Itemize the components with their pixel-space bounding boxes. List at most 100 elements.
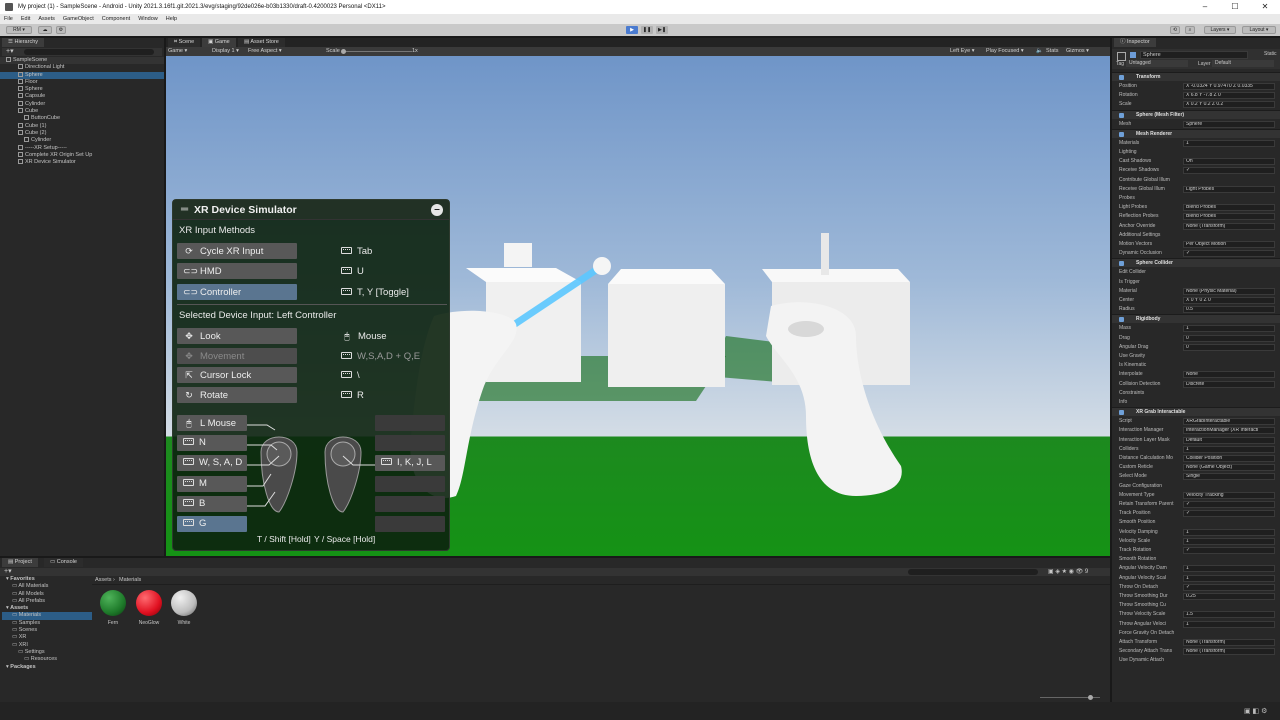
controller-key-n[interactable]: N — [177, 435, 247, 451]
property-value-field[interactable]: Collider Position — [1183, 455, 1275, 462]
tab-scene[interactable]: ⌗ Scene — [168, 38, 201, 47]
property-value-field[interactable]: X 6.8 Y -7.8 Z 0 — [1183, 92, 1275, 100]
right-controller-key-slot[interactable] — [375, 516, 445, 532]
cursor-lock-button[interactable]: ⇱ Cursor Lock — [177, 367, 297, 383]
look-button[interactable]: ✥ Look — [177, 328, 297, 344]
play-button[interactable]: ▶ — [626, 26, 638, 34]
project-folder-item[interactable]: ▭ Settings — [2, 649, 92, 656]
controller-key-m[interactable]: M — [177, 476, 247, 492]
movement-button[interactable]: ✥ Movement — [177, 348, 297, 364]
project-folder-item[interactable]: ▭ Samples — [2, 620, 92, 627]
mute-audio-icon[interactable]: 🔈 — [1036, 47, 1043, 56]
tag-dropdown[interactable]: Untagged — [1126, 60, 1188, 67]
property-value-field[interactable]: ✓ — [1183, 547, 1275, 554]
tab-console[interactable]: ▭ Console — [44, 558, 83, 567]
property-value-field[interactable]: 1 — [1183, 528, 1275, 536]
menu-component[interactable]: Component — [98, 14, 134, 24]
right-controller-key-slot[interactable] — [375, 496, 445, 512]
property-value-field[interactable]: None (Game Object) — [1183, 464, 1275, 472]
right-controller-key-slot[interactable] — [375, 435, 445, 451]
collapse-icon[interactable]: – — [431, 204, 443, 216]
hierarchy-item[interactable]: Cube (1) — [0, 122, 164, 130]
tab-asset-store[interactable]: ▤ Asset Store — [238, 38, 285, 47]
cloud-icon[interactable]: ☁ — [38, 26, 52, 34]
filter-icons[interactable]: ▣ ◈ ★ ◉ 👁 9 — [1048, 568, 1088, 575]
property-value-field[interactable]: ✓ — [1183, 510, 1275, 518]
property-value-field[interactable]: 0 — [1183, 343, 1275, 351]
property-value-field[interactable]: 1 — [1183, 325, 1275, 333]
account-dropdown[interactable]: RM ▾ — [6, 26, 32, 34]
settings-icon[interactable]: ⚙ — [56, 26, 66, 34]
controller-key-wsad[interactable]: W, S, A, D — [177, 455, 247, 471]
layers-dropdown[interactable]: Layers ▾ — [1204, 26, 1236, 34]
project-folder-item[interactable]: ▭ Materials — [2, 612, 92, 620]
project-folder-item[interactable]: ▾ Favorites — [2, 576, 92, 583]
property-value-field[interactable]: 0 — [1183, 334, 1275, 342]
hierarchy-item[interactable]: Directional Light — [0, 64, 164, 71]
property-value-field[interactable]: 1 — [1183, 445, 1275, 453]
property-value-field[interactable]: None — [1183, 371, 1275, 379]
active-checkbox[interactable] — [1130, 52, 1136, 58]
property-value-field[interactable]: Per Object Motion — [1183, 241, 1275, 248]
property-value-field[interactable]: X 0.2 Y 0.2 Z 0.2 — [1183, 101, 1275, 109]
close-button[interactable]: ✕ — [1250, 0, 1280, 14]
static-checkbox[interactable]: Static — [1264, 51, 1277, 57]
hierarchy-item[interactable]: ButtonCube — [0, 115, 164, 122]
project-folder-item[interactable]: ▭ All Prefabs — [2, 598, 92, 605]
property-value-field[interactable]: 1.5 — [1183, 611, 1275, 619]
component-header[interactable]: Mesh Renderer — [1112, 128, 1280, 138]
scale-slider-thumb[interactable] — [341, 49, 346, 54]
layer-dropdown[interactable]: Default — [1212, 60, 1274, 67]
property-value-field[interactable]: None (Transform) — [1183, 222, 1275, 230]
aspect-dropdown[interactable]: Free Aspect ▾ — [248, 47, 282, 56]
breadcrumb-materials[interactable]: Materials — [119, 576, 141, 585]
menu-assets[interactable]: Assets — [34, 14, 59, 24]
property-value-field[interactable]: On — [1183, 158, 1275, 166]
rotate-button[interactable]: ↻ Rotate — [177, 387, 297, 403]
project-folder-item[interactable]: ▾ Assets — [2, 605, 92, 612]
controller-button[interactable]: ⊂⊃ Controller — [177, 284, 297, 300]
hierarchy-item[interactable]: Sphere — [0, 86, 164, 93]
property-value-field[interactable]: Default — [1183, 436, 1275, 444]
object-name-input[interactable]: Sphere — [1140, 51, 1248, 59]
property-value-field[interactable]: X 0 Y 0 Z 0 — [1183, 297, 1275, 304]
hierarchy-item[interactable]: Floor — [0, 78, 164, 86]
property-value-field[interactable]: 1 — [1183, 537, 1275, 545]
property-value-field[interactable]: 1 — [1183, 620, 1275, 628]
menu-window[interactable]: Window — [134, 14, 162, 24]
property-value-field[interactable]: InteractionManager (XR Interacti — [1183, 427, 1275, 435]
project-folder-item[interactable]: ▭ All Materials — [2, 583, 92, 590]
menu-edit[interactable]: Edit — [17, 14, 34, 24]
property-value-field[interactable]: X -0.0324 Y 0.97470 Z 0.0335 — [1183, 83, 1275, 90]
property-value-field[interactable]: ✓ — [1183, 167, 1275, 175]
hierarchy-item[interactable]: SampleScene — [0, 57, 164, 65]
game-mode-dropdown[interactable]: Game ▾ — [168, 47, 187, 56]
hierarchy-item[interactable]: -----XR Setup----- — [0, 144, 164, 152]
scale-slider-track[interactable] — [342, 51, 412, 52]
hmd-button[interactable]: ⊂⊃ HMD — [177, 263, 297, 279]
project-folder-item[interactable]: ▾ Packages — [2, 664, 92, 671]
stats-button[interactable]: Stats — [1046, 47, 1059, 56]
hierarchy-search-input[interactable] — [24, 49, 154, 55]
property-value-field[interactable]: ✓ — [1183, 583, 1275, 591]
right-controller-key-ijkl[interactable]: I, K, J, L — [375, 455, 445, 471]
eye-dropdown[interactable]: Left Eye ▾ — [950, 47, 974, 56]
controller-key-l-mouse[interactable]: 🖱 L Mouse — [177, 415, 247, 431]
hierarchy-item[interactable]: Cube (2) — [0, 129, 164, 137]
tab-project[interactable]: ▤ Project — [2, 558, 38, 567]
add-icon[interactable]: +▾ — [6, 48, 14, 56]
property-value-field[interactable]: Velocity Tracking — [1183, 491, 1275, 499]
maximize-button[interactable]: ☐ — [1220, 0, 1250, 14]
property-value-field[interactable]: None (Transform) — [1183, 639, 1275, 646]
search-icon[interactable]: ⌕ — [1185, 26, 1195, 34]
property-value-field[interactable]: ✓ — [1183, 250, 1275, 258]
hierarchy-item[interactable]: Sphere — [0, 71, 164, 79]
property-value-field[interactable]: Discrete — [1183, 380, 1275, 388]
project-folder-item[interactable]: ▭ All Models — [2, 591, 92, 598]
property-value-field[interactable]: 1 — [1183, 565, 1275, 573]
property-value-field[interactable]: XRGrabInteractable — [1183, 418, 1275, 426]
property-value-field[interactable]: None (Physic Material) — [1183, 287, 1275, 295]
inspector-tab[interactable]: ⓘ Inspector — [1114, 38, 1156, 47]
project-search-input[interactable] — [908, 569, 1038, 575]
property-value-field[interactable]: Light Probes — [1183, 185, 1275, 193]
